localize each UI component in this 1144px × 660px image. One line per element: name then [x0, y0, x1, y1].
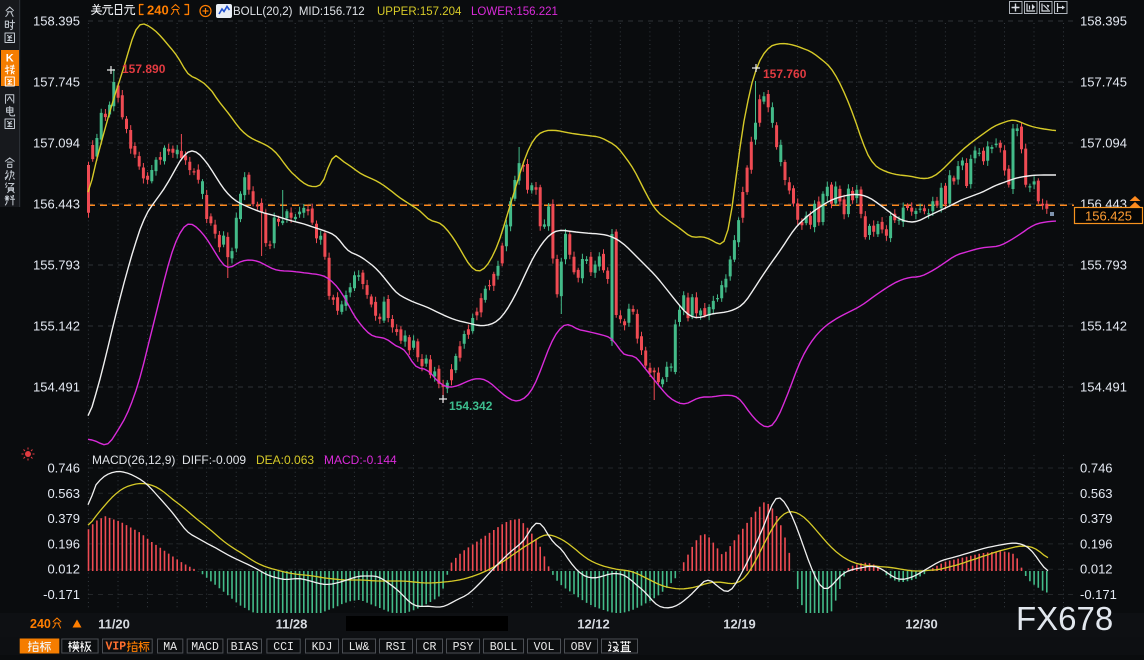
svg-text:155.142: 155.142 — [33, 319, 80, 334]
svg-text:-0.171: -0.171 — [43, 587, 80, 602]
svg-text:12/19: 12/19 — [723, 617, 756, 632]
svg-text:0.196: 0.196 — [1080, 536, 1113, 551]
svg-text:154.491: 154.491 — [1080, 380, 1127, 395]
svg-text:BOLL: BOLL — [490, 641, 518, 654]
svg-text:FX678: FX678 — [1016, 600, 1113, 637]
svg-text:MACD: MACD — [191, 641, 219, 654]
svg-text:PSY: PSY — [453, 641, 474, 654]
svg-text:0.563: 0.563 — [1080, 486, 1113, 501]
svg-text:DEA:0.063: DEA:0.063 — [256, 453, 314, 467]
svg-text:MACD(26,12,9) DIFF:-0.009: MACD(26,12,9) DIFF:-0.009 — [92, 453, 246, 467]
svg-text:158.395: 158.395 — [33, 14, 80, 29]
svg-text:0.379: 0.379 — [47, 511, 80, 526]
svg-text:157.745: 157.745 — [33, 75, 80, 90]
svg-text:0.746: 0.746 — [47, 461, 80, 476]
svg-text:KDJ: KDJ — [312, 641, 333, 654]
svg-text:154.491: 154.491 — [33, 380, 80, 395]
svg-text:0.746: 0.746 — [1080, 461, 1113, 476]
svg-text:11/20: 11/20 — [98, 617, 130, 632]
svg-text:0.379: 0.379 — [1080, 511, 1113, 526]
svg-text:11/28: 11/28 — [276, 617, 308, 632]
svg-text:0.196: 0.196 — [47, 536, 80, 551]
svg-text:158.395: 158.395 — [1080, 14, 1127, 29]
svg-text:240: 240 — [147, 3, 169, 18]
svg-text:LOWER:156.221: LOWER:156.221 — [471, 6, 558, 18]
svg-text:0.012: 0.012 — [1080, 562, 1113, 577]
svg-text:VIP: VIP — [106, 641, 127, 654]
svg-text:LW&: LW& — [349, 641, 370, 654]
svg-text:BIAS: BIAS — [231, 641, 259, 654]
svg-text:155.142: 155.142 — [1080, 319, 1127, 334]
svg-text:157.094: 157.094 — [1080, 136, 1127, 151]
svg-text:0.012: 0.012 — [47, 562, 80, 577]
svg-text:BOLL(20,2) MID:156.712: BOLL(20,2) MID:156.712 — [233, 6, 365, 18]
svg-text:K: K — [6, 53, 14, 65]
svg-text:0.563: 0.563 — [47, 486, 80, 501]
svg-text:CCI: CCI — [273, 641, 294, 654]
svg-text:UPPER:157.204: UPPER:157.204 — [377, 6, 462, 18]
svg-text:OBV: OBV — [571, 641, 592, 654]
svg-text:157.760: 157.760 — [763, 67, 807, 81]
svg-text:156.443: 156.443 — [33, 197, 80, 212]
svg-text:12/30: 12/30 — [905, 617, 938, 632]
svg-text:MA: MA — [163, 641, 177, 654]
svg-text:155.793: 155.793 — [1080, 258, 1127, 273]
svg-text:156.425: 156.425 — [1085, 209, 1132, 224]
svg-text:157.094: 157.094 — [33, 136, 80, 151]
svg-text:VOL: VOL — [534, 641, 555, 654]
svg-text:RSI: RSI — [386, 641, 407, 654]
svg-text:157.890: 157.890 — [122, 62, 166, 76]
svg-text:12/12: 12/12 — [577, 617, 610, 632]
svg-text:155.793: 155.793 — [33, 258, 80, 273]
svg-text:CR: CR — [423, 641, 437, 654]
svg-text:157.745: 157.745 — [1080, 75, 1127, 90]
svg-text:240: 240 — [30, 617, 51, 631]
svg-text:MACD:-0.144: MACD:-0.144 — [324, 453, 397, 467]
svg-text:154.342: 154.342 — [449, 399, 493, 413]
